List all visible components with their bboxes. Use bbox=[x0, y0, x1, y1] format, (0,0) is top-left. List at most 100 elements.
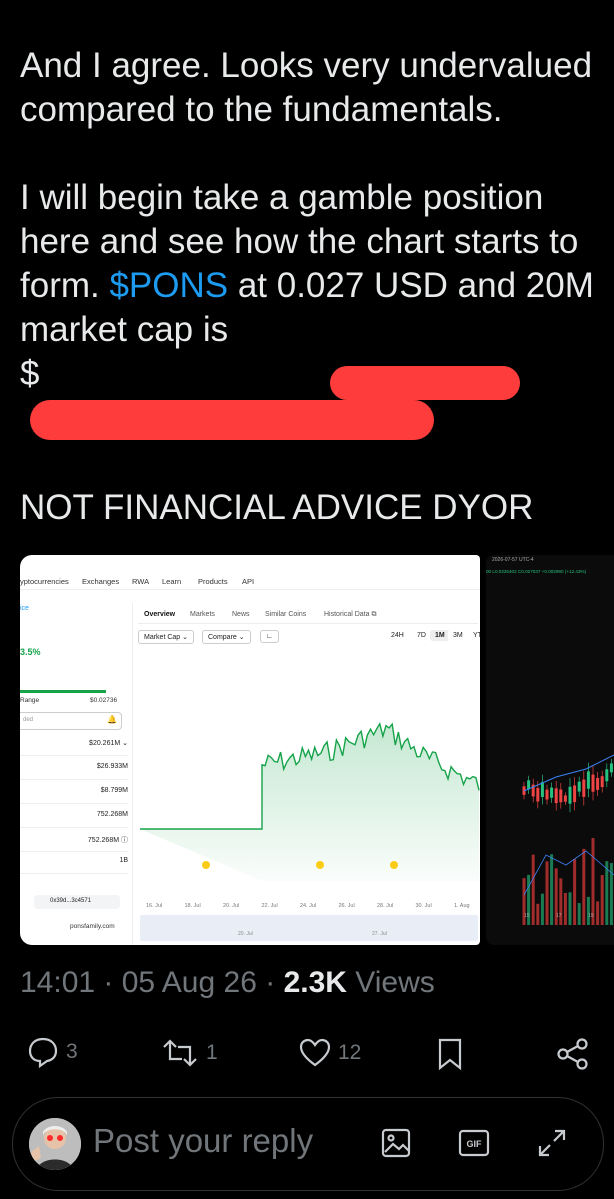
x-axis-tick: 22. Jul bbox=[261, 903, 278, 909]
tweet-meta: 14:01 · 05 Aug 26 · 2.3K Views bbox=[20, 966, 435, 999]
redaction-mark bbox=[330, 366, 520, 400]
contract-address-chip[interactable]: 0x39d...3c4571 bbox=[34, 895, 120, 909]
site-nav-item[interactable]: Learn bbox=[162, 577, 181, 586]
candle-body bbox=[609, 763, 613, 773]
candle-body bbox=[563, 795, 567, 802]
site-nav-item[interactable]: Products bbox=[198, 577, 228, 586]
volume-bar bbox=[550, 854, 554, 925]
tweet-body: And I agree. Looks very undervalued comp… bbox=[20, 44, 600, 396]
redaction-mark bbox=[30, 400, 434, 440]
media-image-1[interactable]: yptocurrencies Exchanges RWA Learn Products A… bbox=[20, 555, 480, 945]
event-marker bbox=[202, 861, 210, 869]
chart-area bbox=[140, 723, 479, 881]
candle-body bbox=[559, 789, 563, 803]
dropdown-label: Market Cap bbox=[144, 634, 181, 641]
stat-value: 752.268M ⓘ bbox=[87, 837, 128, 844]
x-axis-tick: 28. Jul bbox=[377, 903, 394, 909]
site-nav-item[interactable]: yptocurrencies bbox=[20, 577, 69, 586]
range-navigator[interactable]: 20. Jul 27. Jul bbox=[140, 915, 478, 941]
navigator-tick: 27. Jul bbox=[372, 931, 387, 937]
expand-button[interactable] bbox=[535, 1126, 569, 1165]
image-button[interactable] bbox=[379, 1126, 413, 1165]
site-nav-item[interactable]: RWA bbox=[132, 577, 149, 586]
candle-body bbox=[600, 776, 604, 788]
avatar bbox=[29, 1118, 81, 1170]
volume-bar bbox=[605, 861, 609, 925]
stat-value: 752.268M bbox=[96, 811, 128, 818]
coin-tab[interactable]: Similar Coins bbox=[265, 611, 306, 618]
gif-button[interactable]: GIF bbox=[457, 1126, 491, 1165]
reply-button[interactable]: 3 bbox=[26, 1035, 78, 1069]
site-nav-item[interactable]: Exchanges bbox=[82, 577, 119, 586]
coin-tab[interactable]: Historical Data ⧉ bbox=[324, 611, 376, 619]
coin-tab[interactable]: Overview bbox=[144, 611, 175, 618]
expand-icon bbox=[538, 1129, 566, 1157]
volume-bar bbox=[582, 848, 586, 925]
timeframe-button[interactable]: 3M bbox=[448, 630, 468, 641]
navigator-tick: 20. Jul bbox=[238, 931, 253, 937]
coin-tab[interactable]: Markets bbox=[190, 611, 215, 618]
tweet-time: 14:01 bbox=[20, 966, 96, 999]
x-axis-tick: 30. Jul bbox=[415, 903, 432, 909]
timeframe-button[interactable]: 1M bbox=[430, 630, 450, 641]
volume-bar bbox=[568, 892, 572, 925]
candle-body bbox=[554, 788, 558, 804]
repost-count: 1 bbox=[206, 1041, 218, 1064]
candle-body bbox=[540, 782, 544, 797]
candle-body bbox=[573, 785, 577, 803]
timeframe-button[interactable]: YT bbox=[468, 630, 480, 641]
tweet-text-segment: $ bbox=[20, 354, 40, 393]
side-label: ice bbox=[20, 605, 29, 612]
site-nav-item[interactable]: API bbox=[242, 577, 254, 586]
volume-bar bbox=[545, 861, 549, 925]
timeframe-button[interactable]: 24H bbox=[386, 630, 409, 641]
like-button[interactable]: 12 bbox=[298, 1037, 361, 1069]
range-value: $0.02736 bbox=[90, 697, 118, 704]
volume-bar bbox=[540, 893, 544, 925]
website-link[interactable]: ponsfamily.com bbox=[70, 923, 115, 930]
market-cap-chart bbox=[140, 722, 480, 881]
volume-average bbox=[523, 850, 614, 896]
bell-icon[interactable]: 🔔 bbox=[107, 715, 117, 724]
x-axis-tick: 24. Jul bbox=[300, 903, 317, 909]
repost-button[interactable]: 1 bbox=[160, 1037, 218, 1069]
market-cap-dropdown[interactable]: Market Cap ⌄ bbox=[138, 630, 194, 644]
coin-tab[interactable]: News bbox=[232, 611, 250, 618]
views-label: Views bbox=[355, 966, 435, 999]
tweet-date: 05 Aug 26 bbox=[121, 966, 257, 999]
volume-bar bbox=[600, 875, 604, 925]
reply-composer[interactable]: Post your reply GIF bbox=[12, 1097, 604, 1191]
volume-bar bbox=[563, 892, 567, 925]
volume-bar bbox=[596, 901, 600, 925]
candle-body bbox=[577, 781, 581, 792]
x-axis-tick: 15 bbox=[524, 913, 530, 919]
range-bar bbox=[20, 690, 106, 693]
candle-body bbox=[591, 774, 595, 792]
reply-input[interactable]: Post your reply bbox=[93, 1122, 313, 1160]
moving-average bbox=[523, 754, 614, 792]
media-image-2[interactable]: 2026-07-57 UTC-4 00 L0.0226402 C0.027037… bbox=[486, 555, 614, 945]
x-axis-tick: 19 bbox=[588, 913, 594, 919]
avatar-image bbox=[29, 1118, 81, 1170]
gif-icon: GIF bbox=[458, 1129, 490, 1157]
alert-input[interactable]: ded 🔔 bbox=[20, 712, 122, 730]
volume-bar bbox=[573, 859, 577, 925]
compare-dropdown[interactable]: Compare ⌄ bbox=[202, 630, 251, 644]
volume-bar bbox=[536, 903, 540, 925]
stat-value: 1B bbox=[119, 857, 128, 864]
volume-bar bbox=[586, 896, 590, 925]
candle-body bbox=[582, 779, 586, 797]
stat-value: $8.799M bbox=[100, 787, 128, 794]
share-button[interactable] bbox=[556, 1037, 590, 1071]
x-axis-tick: 20. Jul bbox=[223, 903, 240, 909]
dropdown-label: Compare bbox=[208, 634, 237, 641]
chart-type-icon[interactable]: ∟ bbox=[260, 630, 279, 643]
stat-value: $26.933M bbox=[96, 763, 128, 770]
media-gallery[interactable]: yptocurrencies Exchanges RWA Learn Products A… bbox=[20, 555, 614, 945]
x-axis-tick: 26. Jul bbox=[338, 903, 355, 909]
bookmark-icon bbox=[438, 1038, 462, 1071]
candle-body bbox=[536, 787, 540, 802]
bookmark-button[interactable] bbox=[436, 1037, 464, 1071]
timeframe-button[interactable]: 7D bbox=[412, 630, 431, 641]
cashtag-link[interactable]: $PONS bbox=[109, 266, 228, 305]
